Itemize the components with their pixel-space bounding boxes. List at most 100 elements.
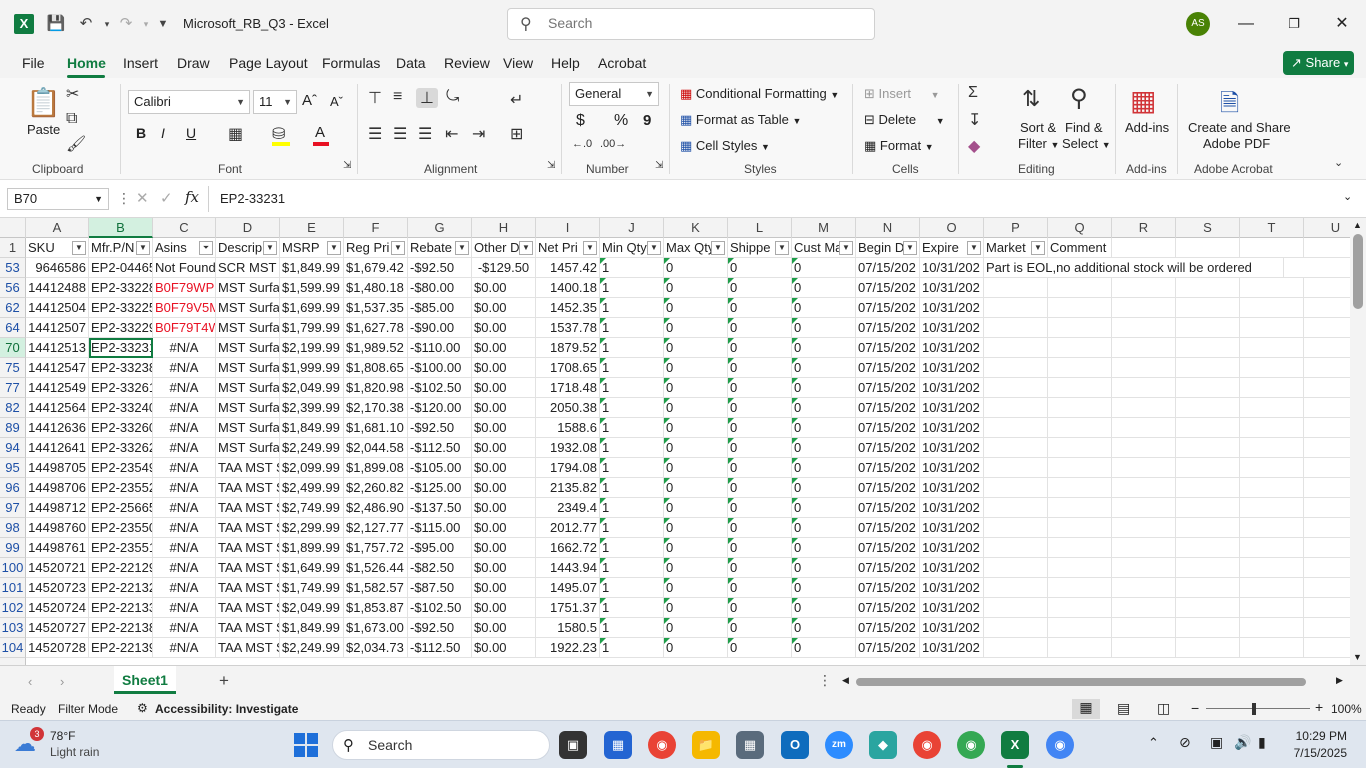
cell-exp[interactable]: 10/31/202 <box>920 578 984 598</box>
cell-net[interactable]: 1400.18 <box>536 278 600 298</box>
cell-max[interactable]: 0 <box>664 258 728 278</box>
cell-shp[interactable]: 0 <box>728 418 792 438</box>
tab-acrobat[interactable]: Acrobat <box>598 55 646 71</box>
cell[interactable] <box>1240 638 1304 658</box>
cell-sku[interactable]: 14412488 <box>26 278 89 298</box>
cell-oth[interactable]: $0.00 <box>472 378 536 398</box>
select-all-corner[interactable] <box>0 218 26 238</box>
find-select-button-line1[interactable]: Find & <box>1065 120 1103 135</box>
align-right-icon[interactable]: ☰ <box>418 124 432 144</box>
row-number[interactable]: 82 <box>0 398 26 418</box>
tab-insert[interactable]: Insert <box>123 55 158 71</box>
underline-button[interactable]: U <box>186 125 196 141</box>
currency-button[interactable]: $ <box>576 112 585 130</box>
cell-begin[interactable]: 07/15/202 <box>856 378 920 398</box>
cell-reg[interactable]: $2,486.90 <box>344 498 408 518</box>
cell-comment[interactable] <box>984 358 1048 378</box>
cell-exp[interactable]: 10/31/202 <box>920 538 984 558</box>
cell-exp[interactable]: 10/31/202 <box>920 298 984 318</box>
wrap-text-icon[interactable]: ↵ <box>510 90 523 110</box>
cell-msrp[interactable]: $1,999.99 <box>280 358 344 378</box>
row-number[interactable]: 94 <box>0 438 26 458</box>
header-cell[interactable]: Cust Ma ▼ <box>792 238 856 258</box>
cell-desc[interactable]: TAA MST S <box>216 618 280 638</box>
format-cells-button[interactable]: ▦ Format ▼ <box>864 138 934 154</box>
cell-reg[interactable]: $2,260.82 <box>344 478 408 498</box>
cell[interactable] <box>1304 638 1350 658</box>
header-cell[interactable]: Asins ⏷ <box>153 238 216 258</box>
cell-cust[interactable]: 0 <box>792 458 856 478</box>
cell-comment[interactable] <box>984 498 1048 518</box>
cell-pn[interactable]: EP2-22139 <box>89 638 153 658</box>
cell-asin[interactable]: #N/A <box>153 638 216 658</box>
save-icon[interactable]: 💾 <box>45 13 67 35</box>
cell-shp[interactable]: 0 <box>728 398 792 418</box>
cell[interactable] <box>1112 498 1176 518</box>
cell-pn[interactable]: EP2-33225 <box>89 298 153 318</box>
cell-reb[interactable]: -$90.00 <box>408 318 472 338</box>
cell-reg[interactable]: $2,170.38 <box>344 398 408 418</box>
cell[interactable] <box>1112 518 1176 538</box>
cell-pn[interactable]: EP2-33261 <box>89 378 153 398</box>
cell-desc[interactable]: SCR MST S <box>216 258 280 278</box>
cell-asin[interactable]: #N/A <box>153 478 216 498</box>
filter-dropdown-icon[interactable]: ▼ <box>839 241 853 255</box>
cell-min[interactable]: 1 <box>600 378 664 398</box>
clear-icon[interactable]: ◆ <box>968 136 980 156</box>
column-header-a[interactable]: A <box>26 218 89 238</box>
cell-asin[interactable]: B0F79WPL <box>153 278 216 298</box>
cell-min[interactable]: 1 <box>600 618 664 638</box>
format-painter-icon[interactable]: 🖌 <box>66 134 86 154</box>
cell-msrp[interactable]: $2,049.99 <box>280 598 344 618</box>
cell-reg[interactable]: $1,808.65 <box>344 358 408 378</box>
cell-reg[interactable]: $2,044.58 <box>344 438 408 458</box>
number-dialog-launcher-icon[interactable]: ⇲ <box>655 160 663 171</box>
cell[interactable] <box>1304 438 1350 458</box>
cell-max[interactable]: 0 <box>664 338 728 358</box>
cell-asin[interactable]: #N/A <box>153 438 216 458</box>
cell[interactable] <box>1176 418 1240 438</box>
header-cell[interactable]: Rebate ▼ <box>408 238 472 258</box>
filter-dropdown-icon[interactable]: ▼ <box>967 241 981 255</box>
cell[interactable] <box>1112 298 1176 318</box>
cell-max[interactable]: 0 <box>664 538 728 558</box>
row-number[interactable]: 95 <box>0 458 26 478</box>
row-number[interactable]: 56 <box>0 278 26 298</box>
align-left-icon[interactable]: ☰ <box>368 124 382 144</box>
cell-oth[interactable]: $0.00 <box>472 618 536 638</box>
cell[interactable] <box>1304 598 1350 618</box>
cell-max[interactable]: 0 <box>664 618 728 638</box>
cell-asin[interactable]: #N/A <box>153 458 216 478</box>
cell-shp[interactable]: 0 <box>728 318 792 338</box>
cell-net[interactable]: 1794.08 <box>536 458 600 478</box>
cell-comment[interactable] <box>984 298 1048 318</box>
cell[interactable] <box>1304 558 1350 578</box>
cell[interactable] <box>1176 538 1240 558</box>
cell-reg[interactable]: $1,853.87 <box>344 598 408 618</box>
cell-max[interactable]: 0 <box>664 318 728 338</box>
column-header-i[interactable]: I <box>536 218 600 238</box>
cell-min[interactable]: 1 <box>600 298 664 318</box>
align-center-icon[interactable]: ☰ <box>393 124 407 144</box>
cell-min[interactable]: 1 <box>600 258 664 278</box>
cell[interactable] <box>1304 338 1350 358</box>
bottom-align-icon[interactable]: ⊥ <box>416 88 438 108</box>
spreadsheet-grid[interactable]: ABCDEFGHIJKLMNOPQRSTU 1 SKU ▼ Mfr.P/N ▼ Asins… <box>0 218 1350 665</box>
cell-desc[interactable]: TAA MST S <box>216 638 280 658</box>
cell[interactable] <box>1112 358 1176 378</box>
cell[interactable] <box>1240 298 1304 318</box>
cell-cust[interactable]: 0 <box>792 398 856 418</box>
delete-cells-button[interactable]: ⊟ Delete ▼ <box>864 112 945 128</box>
cell-desc[interactable]: MST Surfa <box>216 318 280 338</box>
cell-reb[interactable]: -$82.50 <box>408 558 472 578</box>
cell-cust[interactable]: 0 <box>792 538 856 558</box>
scroll-up-icon[interactable]: ▲ <box>1353 220 1362 230</box>
cell[interactable] <box>1240 618 1304 638</box>
cell-net[interactable]: 2135.82 <box>536 478 600 498</box>
cell-desc[interactable]: MST Surfa <box>216 278 280 298</box>
filter-dropdown-icon[interactable]: ▼ <box>775 241 789 255</box>
cell-comment[interactable] <box>984 438 1048 458</box>
excel-taskbar-icon[interactable]: X <box>1001 731 1029 759</box>
cell-asin[interactable]: #N/A <box>153 358 216 378</box>
cell-begin[interactable]: 07/15/202 <box>856 558 920 578</box>
